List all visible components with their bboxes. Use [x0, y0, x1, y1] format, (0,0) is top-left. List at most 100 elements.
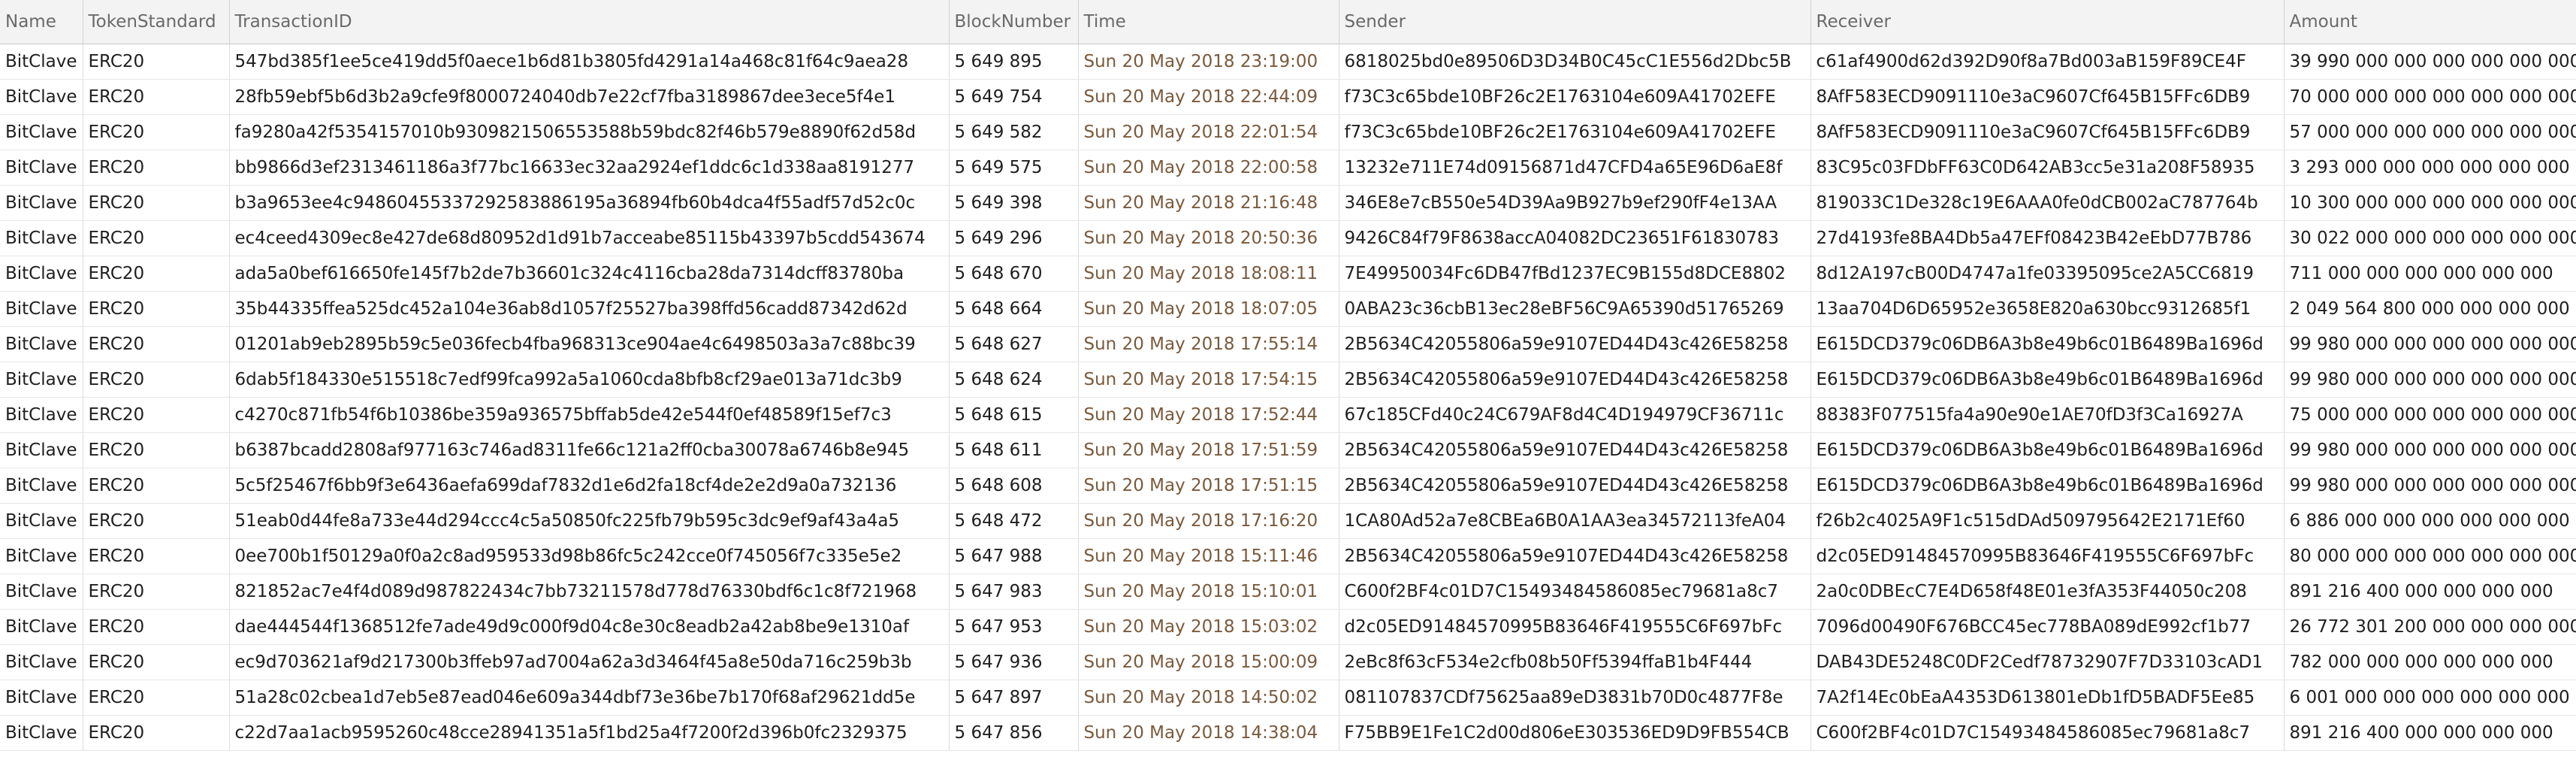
- cell-transaction-id[interactable]: 51a28c02cbea1d7eb5e87ead046e609a344dbf73…: [229, 680, 950, 716]
- cell-amount[interactable]: 70 000 000 000 000 000 000 000: [2284, 79, 2576, 115]
- cell-name[interactable]: BitClave: [0, 256, 83, 292]
- cell-transaction-id[interactable]: c22d7aa1acb9595260c48cce28941351a5f1bd25…: [229, 715, 950, 751]
- cell-block-number[interactable]: 5 647 953: [949, 609, 1079, 645]
- cell-receiver[interactable]: f26b2c4025A9F1c515dDAd509795642E2171Ef60: [1810, 503, 2285, 539]
- cell-time[interactable]: Sun 20 May 2018 22:44:09: [1078, 79, 1339, 115]
- table-row[interactable]: BitClave ERC20 ada5a0bef616650fe145f7b2de7…: [0, 256, 2576, 292]
- table-row[interactable]: BitClave ERC20 c22d7aa1acb9595260c48cce289…: [0, 715, 2576, 751]
- table-row[interactable]: BitClave ERC20 51eab0d44fe8a733e44d294ccc4…: [0, 503, 2576, 539]
- cell-time[interactable]: Sun 20 May 2018 14:50:02: [1078, 680, 1339, 716]
- cell-sender[interactable]: 0ABA23c36cbB13ec28eBF56C9A65390d51765269: [1339, 291, 1811, 327]
- cell-name[interactable]: BitClave: [0, 432, 83, 468]
- cell-receiver[interactable]: 13aa704D6D65952e3658E820a630bcc9312685f1: [1810, 291, 2285, 327]
- cell-sender[interactable]: 13232e711E74d09156871d47CFD4a65E96D6aE8f: [1339, 150, 1811, 186]
- table-row[interactable]: BitClave ERC20 6dab5f184330e515518c7edf99f…: [0, 362, 2576, 398]
- cell-sender[interactable]: 6818025bd0e89506D3D34B0C45cC1E556d2Dbc5B: [1339, 44, 1811, 80]
- cell-time[interactable]: Sun 20 May 2018 17:51:59: [1078, 432, 1339, 468]
- cell-sender[interactable]: f73C3c65bde10BF26c2E1763104e609A41702EFE: [1339, 114, 1811, 150]
- column-header-block-number[interactable]: BlockNumber: [949, 0, 1079, 44]
- table-row[interactable]: BitClave ERC20 0ee700b1f50129a0f0a2c8ad959…: [0, 538, 2576, 574]
- cell-time[interactable]: Sun 20 May 2018 17:55:14: [1078, 326, 1339, 362]
- cell-time[interactable]: Sun 20 May 2018 23:19:00: [1078, 44, 1339, 80]
- cell-token-standard[interactable]: ERC20: [83, 44, 230, 80]
- cell-amount[interactable]: 711 000 000 000 000 000 000: [2284, 256, 2576, 292]
- table-row[interactable]: BitClave ERC20 ec9d703621af9d217300b3ffeb9…: [0, 644, 2576, 680]
- cell-amount[interactable]: 80 000 000 000 000 000 000 000: [2284, 538, 2576, 574]
- cell-block-number[interactable]: 5 648 608: [949, 468, 1079, 504]
- cell-receiver[interactable]: 7096d00490F676BCC45ec778BA089dE992cf1b77: [1810, 609, 2285, 645]
- cell-transaction-id[interactable]: 821852ac7e4f4d089d987822434c7bb73211578d…: [229, 574, 950, 610]
- cell-time[interactable]: Sun 20 May 2018 15:00:09: [1078, 644, 1339, 680]
- cell-block-number[interactable]: 5 649 754: [949, 79, 1079, 115]
- cell-token-standard[interactable]: ERC20: [83, 468, 230, 504]
- cell-token-standard[interactable]: ERC20: [83, 432, 230, 468]
- cell-transaction-id[interactable]: bb9866d3ef2313461186a3f77bc16633ec32aa29…: [229, 150, 950, 186]
- cell-time[interactable]: Sun 20 May 2018 14:38:04: [1078, 715, 1339, 751]
- cell-name[interactable]: BitClave: [0, 326, 83, 362]
- cell-name[interactable]: BitClave: [0, 79, 83, 115]
- cell-token-standard[interactable]: ERC20: [83, 220, 230, 256]
- cell-receiver[interactable]: C600f2BF4c01D7C15493484586085ec79681a8c7: [1810, 715, 2285, 751]
- cell-amount[interactable]: 99 980 000 000 000 000 000 000: [2284, 362, 2576, 398]
- column-header-token-standard[interactable]: TokenStandard: [83, 0, 230, 44]
- cell-sender[interactable]: 67c185CFd40c24C679AF8d4C4D194979CF36711c: [1339, 397, 1811, 433]
- cell-receiver[interactable]: E615DCD379c06DB6A3b8e49b6c01B6489Ba1696d: [1810, 432, 2285, 468]
- cell-name[interactable]: BitClave: [0, 644, 83, 680]
- cell-name[interactable]: BitClave: [0, 44, 83, 80]
- cell-name[interactable]: BitClave: [0, 150, 83, 186]
- cell-transaction-id[interactable]: b6387bcadd2808af977163c746ad8311fe66c121…: [229, 432, 950, 468]
- cell-token-standard[interactable]: ERC20: [83, 397, 230, 433]
- cell-block-number[interactable]: 5 647 983: [949, 574, 1079, 610]
- table-row[interactable]: BitClave ERC20 01201ab9eb2895b59c5e036fecb…: [0, 326, 2576, 362]
- cell-receiver[interactable]: 2a0c0DBEcC7E4D658f48E01e3fA353F44050c208: [1810, 574, 2285, 610]
- cell-time[interactable]: Sun 20 May 2018 17:54:15: [1078, 362, 1339, 398]
- cell-sender[interactable]: 2B5634C42055806a59e9107ED44D43c426E58258: [1339, 432, 1811, 468]
- cell-time[interactable]: Sun 20 May 2018 15:03:02: [1078, 609, 1339, 645]
- cell-name[interactable]: BitClave: [0, 503, 83, 539]
- cell-token-standard[interactable]: ERC20: [83, 715, 230, 751]
- cell-block-number[interactable]: 5 647 988: [949, 538, 1079, 574]
- cell-sender[interactable]: 2B5634C42055806a59e9107ED44D43c426E58258: [1339, 362, 1811, 398]
- table-row[interactable]: BitClave ERC20 b3a9653ee4c9486045533729258…: [0, 185, 2576, 221]
- cell-transaction-id[interactable]: 35b44335ffea525dc452a104e36ab8d1057f2552…: [229, 291, 950, 327]
- cell-block-number[interactable]: 5 649 575: [949, 150, 1079, 186]
- cell-amount[interactable]: 39 990 000 000 000 000 000 000: [2284, 44, 2576, 80]
- cell-block-number[interactable]: 5 649 895: [949, 44, 1079, 80]
- column-header-transaction-id[interactable]: TransactionID: [229, 0, 950, 44]
- table-row[interactable]: BitClave ERC20 ec4ceed4309ec8e427de68d8095…: [0, 220, 2576, 256]
- cell-transaction-id[interactable]: 547bd385f1ee5ce419dd5f0aece1b6d81b3805fd…: [229, 44, 950, 80]
- cell-block-number[interactable]: 5 647 897: [949, 680, 1079, 716]
- column-header-sender[interactable]: Sender: [1339, 0, 1811, 44]
- column-header-name[interactable]: Name: [0, 0, 83, 44]
- cell-transaction-id[interactable]: ec4ceed4309ec8e427de68d80952d1d91b7accea…: [229, 220, 950, 256]
- cell-token-standard[interactable]: ERC20: [83, 256, 230, 292]
- cell-transaction-id[interactable]: ec9d703621af9d217300b3ffeb97ad7004a62a3d…: [229, 644, 950, 680]
- cell-sender[interactable]: 7E49950034Fc6DB47fBd1237EC9B155d8DCE8802: [1339, 256, 1811, 292]
- cell-sender[interactable]: C600f2BF4c01D7C15493484586085ec79681a8c7: [1339, 574, 1811, 610]
- cell-name[interactable]: BitClave: [0, 574, 83, 610]
- cell-amount[interactable]: 99 980 000 000 000 000 000 000: [2284, 468, 2576, 504]
- cell-time[interactable]: Sun 20 May 2018 17:52:44: [1078, 397, 1339, 433]
- cell-sender[interactable]: 2B5634C42055806a59e9107ED44D43c426E58258: [1339, 538, 1811, 574]
- cell-token-standard[interactable]: ERC20: [83, 609, 230, 645]
- cell-name[interactable]: BitClave: [0, 468, 83, 504]
- table-row[interactable]: BitClave ERC20 821852ac7e4f4d089d987822434…: [0, 574, 2576, 610]
- cell-time[interactable]: Sun 20 May 2018 18:08:11: [1078, 256, 1339, 292]
- cell-name[interactable]: BitClave: [0, 680, 83, 716]
- cell-time[interactable]: Sun 20 May 2018 15:11:46: [1078, 538, 1339, 574]
- cell-amount[interactable]: 782 000 000 000 000 000 000: [2284, 644, 2576, 680]
- cell-amount[interactable]: 99 980 000 000 000 000 000 000: [2284, 326, 2576, 362]
- cell-time[interactable]: Sun 20 May 2018 20:50:36: [1078, 220, 1339, 256]
- cell-transaction-id[interactable]: 28fb59ebf5b6d3b2a9cfe9f8000724040db7e22c…: [229, 79, 950, 115]
- cell-receiver[interactable]: E615DCD379c06DB6A3b8e49b6c01B6489Ba1696d: [1810, 326, 2285, 362]
- cell-token-standard[interactable]: ERC20: [83, 362, 230, 398]
- cell-receiver[interactable]: E615DCD379c06DB6A3b8e49b6c01B6489Ba1696d: [1810, 468, 2285, 504]
- cell-amount[interactable]: 3 293 000 000 000 000 000 000: [2284, 150, 2576, 186]
- cell-token-standard[interactable]: ERC20: [83, 291, 230, 327]
- cell-block-number[interactable]: 5 648 627: [949, 326, 1079, 362]
- table-row[interactable]: BitClave ERC20 35b44335ffea525dc452a104e36…: [0, 291, 2576, 327]
- cell-transaction-id[interactable]: 01201ab9eb2895b59c5e036fecb4fba968313ce9…: [229, 326, 950, 362]
- cell-receiver[interactable]: 819033C1De328c19E6AAA0fe0dCB002aC787764b: [1810, 185, 2285, 221]
- cell-transaction-id[interactable]: 6dab5f184330e515518c7edf99fca992a5a1060c…: [229, 362, 950, 398]
- cell-transaction-id[interactable]: dae444544f1368512fe7ade49d9c000f9d04c8e3…: [229, 609, 950, 645]
